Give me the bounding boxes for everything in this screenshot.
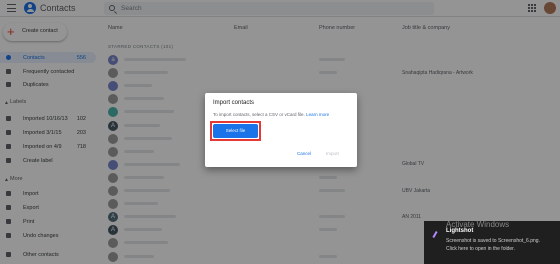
notification-line-2: Click here to open in the folder.	[446, 246, 515, 252]
dialog-description: To import contacts, select a CSV or vCar…	[213, 112, 329, 117]
select-file-button[interactable]: Select file	[213, 124, 258, 138]
import-contacts-dialog: Import contacts To import contacts, sele…	[205, 93, 357, 167]
activate-windows-watermark: Activate Windows	[446, 220, 510, 229]
import-button[interactable]: Import	[326, 151, 339, 156]
notification-line-1: Screenshot is saved to Screenshot_6.png.	[446, 238, 540, 244]
dialog-title: Import contacts	[213, 100, 255, 106]
cancel-button[interactable]: Cancel	[297, 151, 311, 156]
dialog-text: To import contacts, select a CSV or vCar…	[213, 112, 305, 117]
learn-more-link[interactable]: Learn more	[306, 112, 329, 117]
feather-icon	[432, 231, 438, 237]
